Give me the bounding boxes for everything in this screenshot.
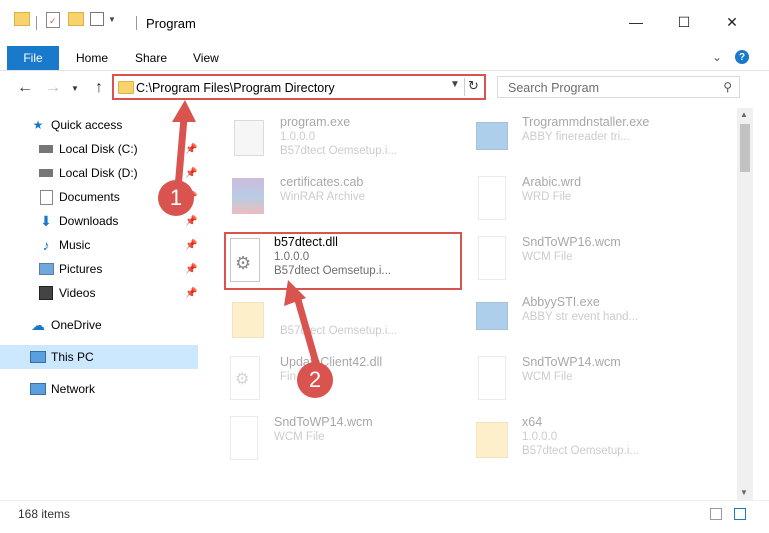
item-count: 168 items	[18, 507, 71, 521]
callout-step-2: 2	[297, 362, 333, 398]
callout-step-1: 1	[158, 180, 194, 216]
status-bar: 168 items	[0, 500, 769, 533]
large-icons-view-icon[interactable]	[734, 508, 746, 520]
details-view-icon[interactable]	[710, 508, 722, 520]
annotation-arrows	[172, 100, 322, 374]
